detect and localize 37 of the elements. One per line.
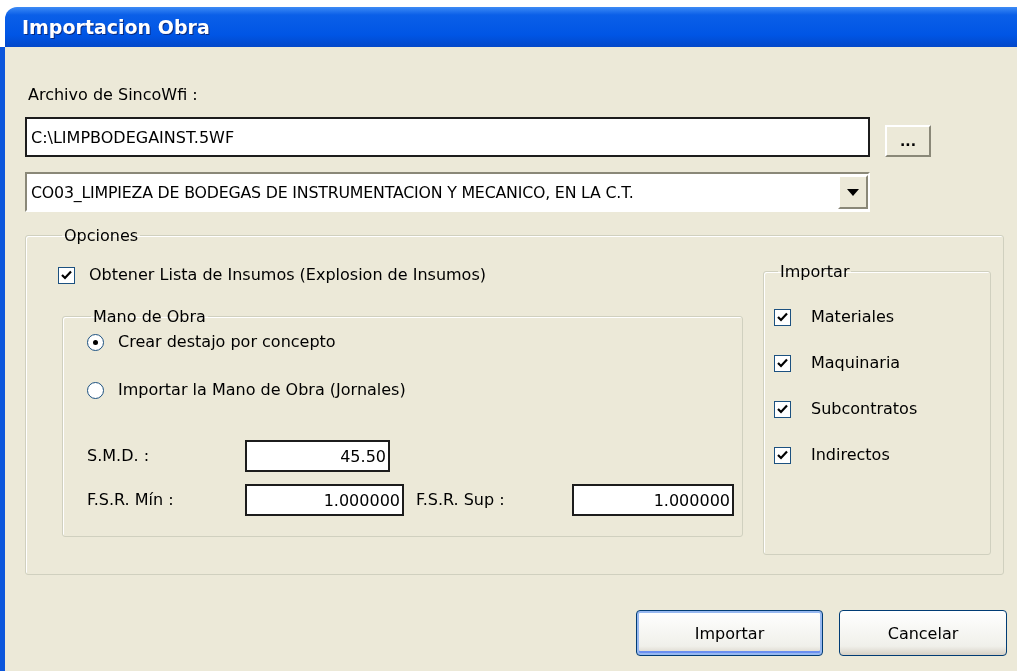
radio-button[interactable] (87, 381, 104, 399)
check-icon (777, 403, 788, 415)
checkbox[interactable] (774, 446, 791, 464)
file-path-field[interactable]: C:\LIMPBODEGAINST.5WF (25, 117, 870, 157)
radio-button[interactable] (87, 333, 104, 351)
radio-label: Crear destajo por concepto (118, 332, 336, 352)
field-label: S.M.D. : (87, 446, 150, 466)
checkbox[interactable] (58, 266, 75, 284)
checkbox-label: Maquinaria (811, 353, 901, 373)
checkbox-label: Obtener Lista de Insumos (Explosion de Insumos) (89, 265, 486, 285)
number-field[interactable]: 1.000000 (245, 484, 404, 516)
checkbox-label: Subcontratos (811, 399, 918, 419)
check-icon (777, 449, 788, 461)
checkbox-label: Indirectos (811, 445, 890, 465)
file-label: Archivo de SincoWfi : (28, 85, 199, 105)
group-title: Opciones (63, 226, 140, 245)
group-title: Importar (779, 262, 851, 281)
field-label: F.S.R. Mín : (87, 490, 175, 510)
window-title: Importacion Obra (22, 16, 210, 38)
checkbox[interactable] (774, 354, 791, 372)
project-dropdown[interactable]: CO03_LIMPIEZA DE BODEGAS DE INSTRUMENTACION Y MECANICO, EN LA C.T. (25, 172, 870, 212)
number-field[interactable]: 45.50 (245, 440, 390, 472)
field-label: F.S.R. Sup : (416, 490, 506, 510)
group-title: Mano de Obra (92, 307, 207, 326)
checkbox-label: Materiales (811, 307, 895, 327)
radio-label: Importar la Mano de Obra (Jornales) (118, 380, 406, 400)
dialog-button[interactable]: Importar (636, 610, 823, 656)
number-field[interactable]: 1.000000 (572, 484, 734, 516)
check-icon (61, 269, 72, 281)
dialog-button[interactable]: Cancelar (839, 610, 1007, 656)
dropdown-button[interactable] (838, 175, 868, 209)
caret-icon (847, 188, 859, 196)
check-icon (777, 357, 788, 369)
browse-button[interactable]: ... (885, 125, 931, 157)
check-icon (777, 311, 788, 323)
checkbox[interactable] (774, 308, 791, 326)
checkbox[interactable] (774, 400, 791, 418)
